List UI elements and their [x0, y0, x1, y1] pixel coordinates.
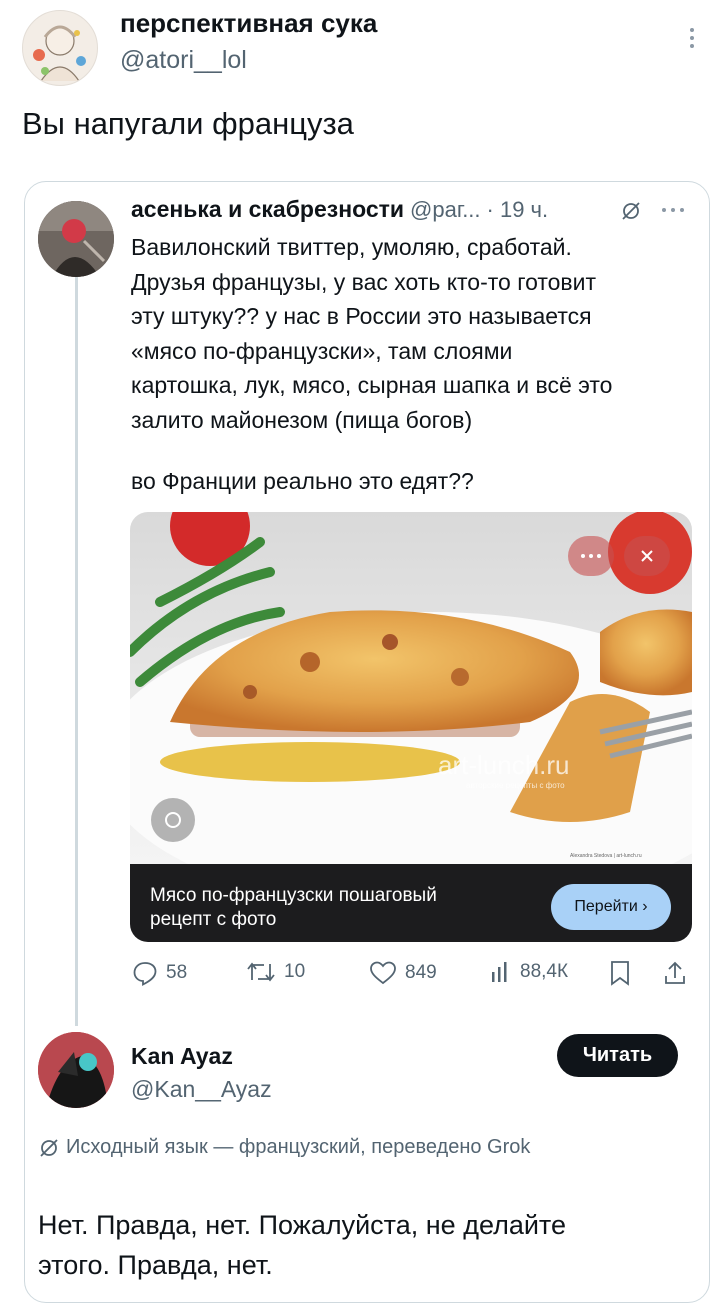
original-author-name[interactable]: асенька и скабрезности — [131, 196, 404, 223]
quote-author-name[interactable]: перспективная сука — [120, 8, 377, 39]
reply-text-line: Нет. Правда, нет. Пожалуйста, не делайте — [38, 1210, 567, 1240]
original-author-handle[interactable]: @раг... — [410, 197, 480, 223]
image-caption-line: рецепт с фото — [150, 909, 277, 930]
view-count: 88,4К — [520, 961, 569, 982]
reply-text-line: этого. Правда, нет. — [38, 1250, 273, 1280]
image-more-button[interactable] — [568, 536, 614, 576]
more-dots-icon — [581, 554, 601, 558]
tweet-line: Вавилонский твиттер, умоляю, сработай. — [131, 234, 572, 260]
bookmark-icon[interactable] — [609, 960, 631, 986]
translation-note[interactable]: Исходный язык — французский, переведено … — [66, 1136, 530, 1159]
reply-count: 58 — [166, 962, 188, 983]
tweet-line: картошка, лук, мясо, сырная шапка и всё … — [131, 372, 613, 398]
watermark-sub: авторские рецепты с фото — [466, 781, 565, 790]
tweet-line: залито майонезом (пища богов) — [131, 406, 473, 433]
repost-icon — [247, 962, 275, 982]
reply-action[interactable]: 58 — [132, 960, 187, 986]
views-action[interactable]: 88,4К — [490, 960, 568, 984]
views-chart-icon — [492, 962, 507, 982]
more-dots-icon[interactable] — [660, 206, 686, 214]
original-author-avatar[interactable] — [38, 201, 114, 277]
image-caption-line: Мясо по-французски пошаговый — [150, 885, 437, 906]
watermark: art-lunch.ru — [438, 750, 570, 780]
tweet-question: во Франции реально это едят?? — [131, 468, 474, 494]
repost-action[interactable]: 10 — [246, 960, 305, 984]
photo-credit: Alexandra Stedova | art-lunch.ru — [570, 853, 642, 859]
quote-author-handle[interactable]: @atori__lol — [120, 46, 247, 75]
original-tweet-text: Вавилонский твиттер, умоляю, сработай. Д… — [131, 230, 612, 437]
reply-icon — [133, 962, 157, 986]
share-icon[interactable] — [663, 960, 687, 986]
food-image-card[interactable]: art-lunch.ru авторские рецепты с фото Al… — [130, 512, 692, 942]
close-icon — [641, 550, 653, 562]
image-close-button[interactable] — [624, 536, 670, 576]
reply-author-handle[interactable]: @Kan__Ayaz — [131, 1076, 272, 1103]
thread-line — [75, 276, 78, 1026]
like-count: 849 — [405, 962, 437, 983]
quote-author-avatar[interactable] — [22, 10, 98, 86]
reply-author-avatar[interactable] — [38, 1032, 114, 1108]
grok-icon[interactable] — [620, 200, 642, 222]
image-caption: Мясо по-французски пошаговый рецепт с фо… — [150, 884, 437, 932]
repost-count: 10 — [284, 961, 306, 982]
reply-text: Нет. Правда, нет. Пожалуйста, не делайте… — [38, 1205, 566, 1285]
tweet-line: Друзья французы, у вас хоть кто-то готов… — [131, 268, 597, 295]
tweet-line: эту штуку?? у нас в России это называетс… — [131, 303, 592, 329]
go-button[interactable]: Перейти › — [551, 884, 671, 930]
vertical-dots-icon[interactable] — [684, 26, 700, 54]
like-action[interactable]: 849 — [369, 960, 437, 986]
original-tweet-time[interactable]: · 19 ч. — [487, 197, 549, 223]
quote-text: Вы напугали француза — [22, 106, 354, 141]
follow-button[interactable]: Читать — [557, 1034, 678, 1077]
heart-icon — [370, 961, 396, 985]
tweet-line: «мясо по-французски», там слоями — [131, 337, 513, 364]
grok-icon — [40, 1138, 58, 1157]
reply-author-name[interactable]: Kan Ayaz — [131, 1043, 233, 1070]
